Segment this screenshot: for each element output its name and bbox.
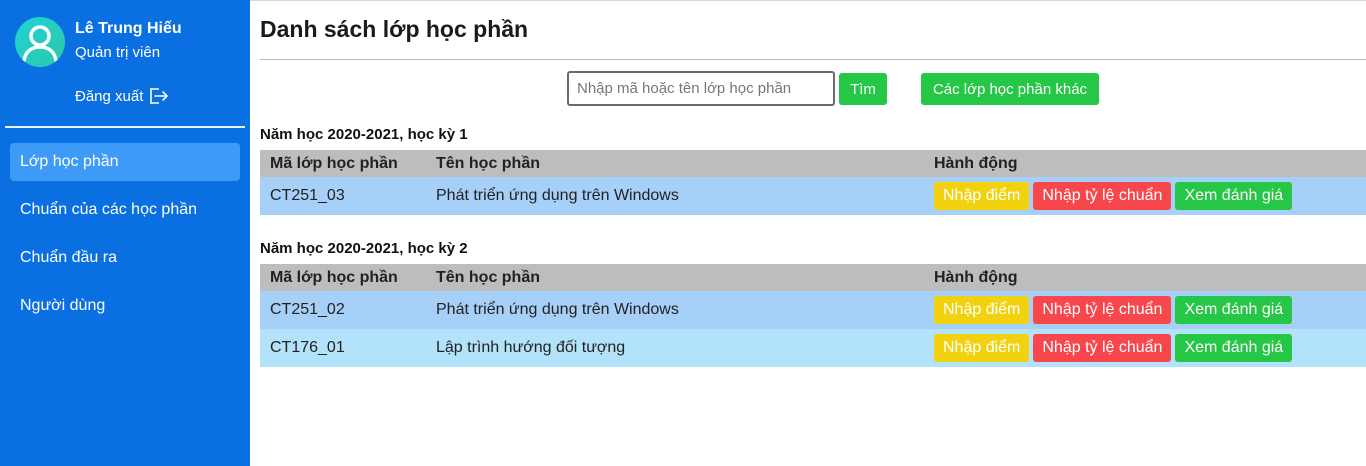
sidebar-nav: Lớp học phần Chuẩn của các học phần Chuẩ… [10,143,240,335]
title-divider [260,59,1366,60]
sidebar-item-users[interactable]: Người dùng [10,287,240,325]
main-content: Danh sách lớp học phần Tìm Các lớp học p… [250,0,1366,466]
class-code: CT251_03 [260,177,426,215]
view-evaluation-button[interactable]: Xem đánh giá [1175,296,1293,324]
column-header-code: Mã lớp học phần [260,150,426,177]
search-input[interactable] [567,71,835,106]
column-header-code: Mã lớp học phần [260,264,426,291]
class-table: Mã lớp học phần Tên học phần Hành động C… [260,150,1366,215]
user-avatar-icon [22,25,58,62]
sidebar-item-classes[interactable]: Lớp học phần [10,143,240,181]
sidebar-divider [5,126,245,128]
other-classes-button[interactable]: Các lớp học phần khác [921,73,1099,105]
semester-title: Năm học 2020-2021, học kỳ 2 [260,240,468,257]
search-button[interactable]: Tìm [839,73,887,105]
logout-label: Đăng xuất [75,87,144,105]
semester-title: Năm học 2020-2021, học kỳ 1 [260,126,468,143]
row-actions: Nhập điểm Nhập tỷ lệ chuẩn Xem đánh giá [934,182,1356,210]
column-header-name: Tên học phần [426,150,924,177]
enter-grades-button[interactable]: Nhập điểm [934,296,1030,324]
view-evaluation-button[interactable]: Xem đánh giá [1175,334,1293,362]
user-profile: Lê Trung Hiếu Quản trị viên [15,17,240,67]
class-table: Mã lớp học phần Tên học phần Hành động C… [260,264,1366,367]
sidebar: Lê Trung Hiếu Quản trị viên Đăng xuất Lớ… [0,0,250,466]
page-title: Danh sách lớp học phần [260,16,529,42]
table-row: CT251_03 Phát triển ứng dụng trên Window… [260,177,1366,215]
table-row: CT251_02 Phát triển ứng dụng trên Window… [260,291,1366,329]
enter-grades-button[interactable]: Nhập điểm [934,182,1030,210]
sidebar-item-course-standards[interactable]: Chuẩn của các học phần [10,191,240,229]
course-name: Lập trình hướng đối tượng [426,329,924,367]
column-header-name: Tên học phần [426,264,924,291]
avatar [15,17,65,67]
logout-button[interactable]: Đăng xuất [75,85,169,107]
table-row: CT176_01 Lập trình hướng đối tượng Nhập … [260,329,1366,367]
enter-ratio-button[interactable]: Nhập tỷ lệ chuẩn [1033,334,1172,362]
class-code: CT251_02 [260,291,426,329]
enter-ratio-button[interactable]: Nhập tỷ lệ chuẩn [1033,182,1172,210]
enter-ratio-button[interactable]: Nhập tỷ lệ chuẩn [1033,296,1172,324]
course-name: Phát triển ứng dụng trên Windows [426,177,924,215]
course-name: Phát triển ứng dụng trên Windows [426,291,924,329]
class-code: CT176_01 [260,329,426,367]
column-header-actions: Hành động [924,150,1366,177]
row-actions: Nhập điểm Nhập tỷ lệ chuẩn Xem đánh giá [934,296,1356,324]
row-actions: Nhập điểm Nhập tỷ lệ chuẩn Xem đánh giá [934,334,1356,362]
view-evaluation-button[interactable]: Xem đánh giá [1175,182,1293,210]
logout-icon [148,87,169,105]
table-header-row: Mã lớp học phần Tên học phần Hành động [260,264,1366,291]
column-header-actions: Hành động [924,264,1366,291]
user-role: Quản trị viên [75,44,161,61]
table-header-row: Mã lớp học phần Tên học phần Hành động [260,150,1366,177]
sidebar-item-learning-outcomes[interactable]: Chuẩn đầu ra [10,239,240,277]
enter-grades-button[interactable]: Nhập điểm [934,334,1030,362]
user-name: Lê Trung Hiếu [75,20,182,37]
